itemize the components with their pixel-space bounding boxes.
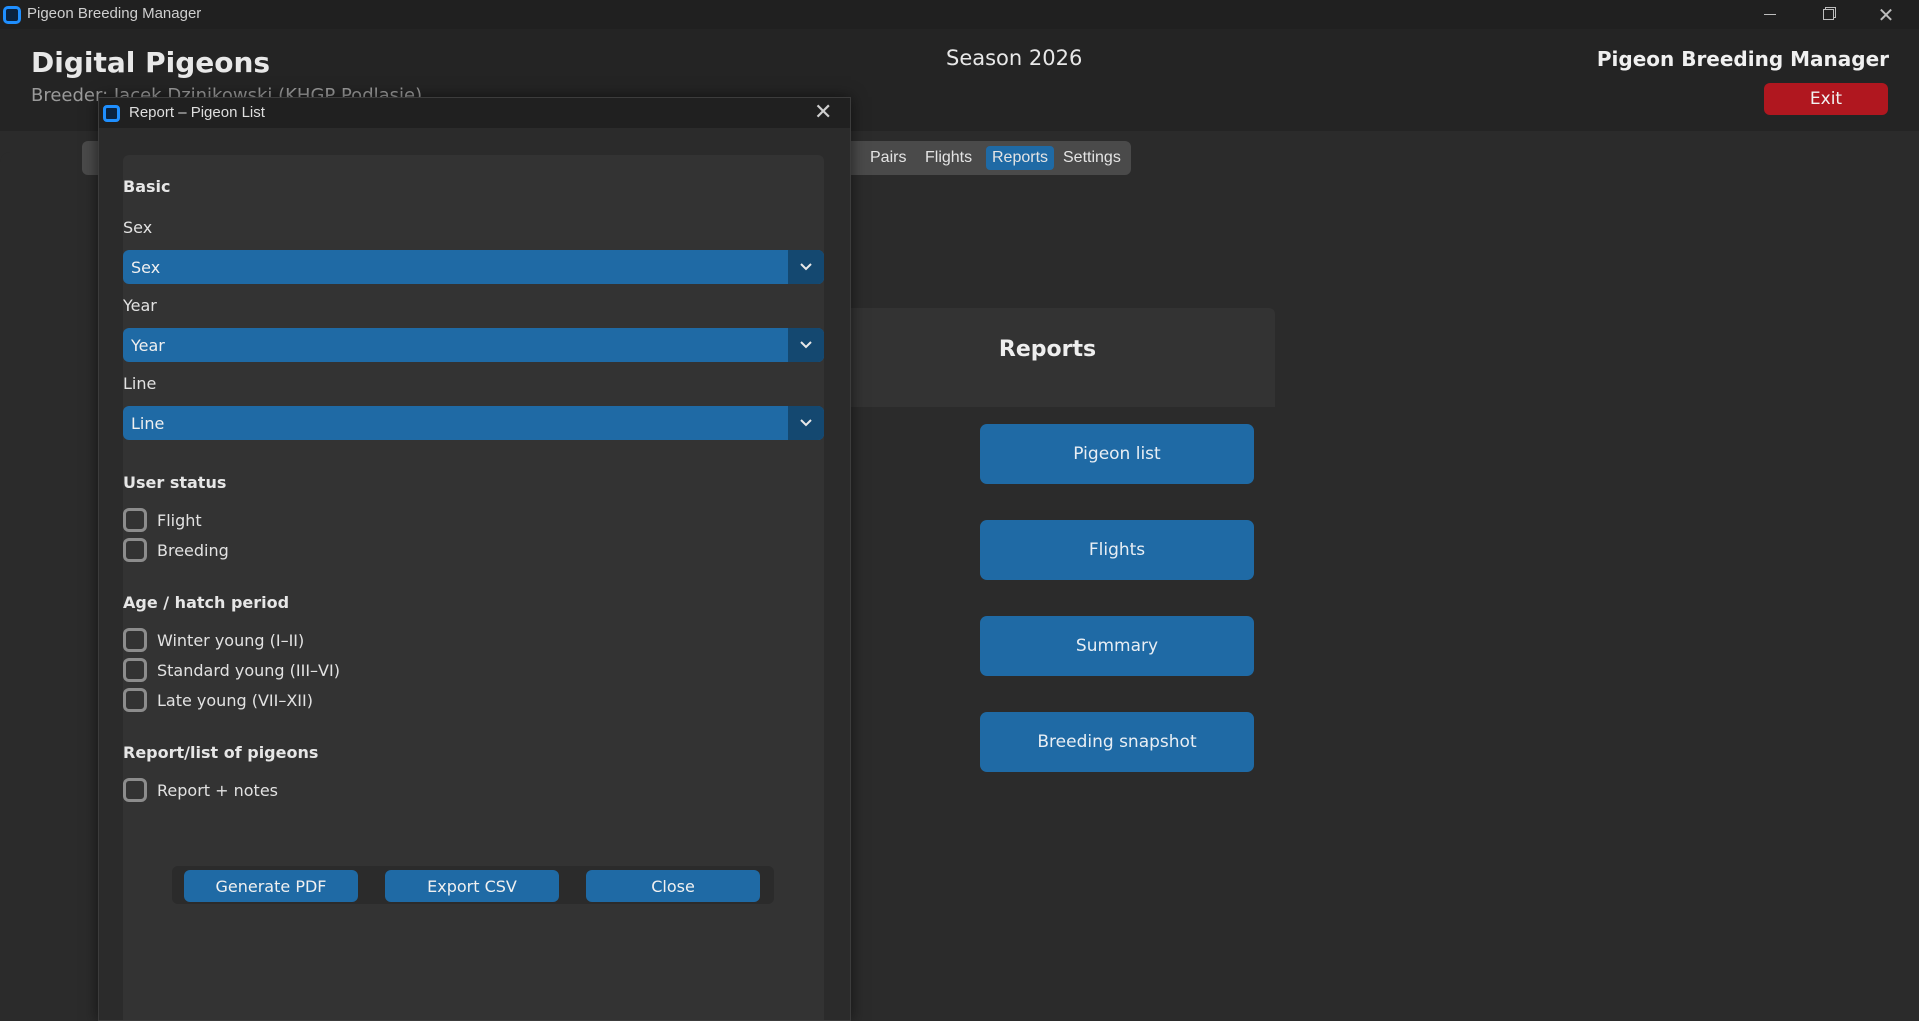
sex-select[interactable]: Sex — [123, 250, 824, 284]
chevron-down-icon[interactable] — [788, 406, 824, 440]
standard-young-checkbox[interactable] — [123, 658, 147, 682]
chevron-down-icon[interactable] — [788, 250, 824, 284]
maximize-button[interactable] — [1800, 0, 1856, 29]
breeding-snapshot-button[interactable]: Breeding snapshot — [980, 712, 1254, 772]
flight-checkbox-label: Flight — [157, 510, 202, 530]
winter-young-checkbox-row[interactable]: Winter young (I–II) — [123, 627, 304, 653]
tab-flights[interactable]: Flights — [919, 146, 978, 170]
window-close-button[interactable]: ✕ — [1858, 0, 1914, 29]
standard-young-checkbox-row[interactable]: Standard young (III–VI) — [123, 657, 340, 683]
report-notes-checkbox[interactable] — [123, 778, 147, 802]
reports-title: Reports — [998, 337, 1097, 362]
tab-pairs[interactable]: Pairs — [864, 146, 912, 170]
standard-young-label: Standard young (III–VI) — [157, 660, 340, 680]
breeding-checkbox[interactable] — [123, 538, 147, 562]
app-title: Digital Pigeons — [31, 46, 271, 79]
year-select-value: Year — [131, 336, 165, 355]
window-titlebar: Pigeon Breeding Manager ✕ — [0, 0, 1919, 29]
generate-pdf-button[interactable]: Generate PDF — [184, 870, 358, 902]
report-notes-checkbox-row[interactable]: Report + notes — [123, 777, 278, 803]
app-icon — [3, 6, 21, 24]
pigeon-list-button[interactable]: Pigeon list — [980, 424, 1254, 484]
dialog-close-icon[interactable]: ✕ — [814, 100, 832, 125]
season-label: Season 2026 — [946, 46, 1083, 70]
late-young-checkbox[interactable] — [123, 688, 147, 712]
tab-settings[interactable]: Settings — [1057, 146, 1127, 170]
export-csv-button[interactable]: Export CSV — [385, 870, 559, 902]
breeding-checkbox-row[interactable]: Breeding — [123, 537, 229, 563]
user-status-heading: User status — [123, 473, 227, 492]
line-select-value: Line — [131, 414, 165, 433]
flights-report-button[interactable]: Flights — [980, 520, 1254, 580]
sex-select-value: Sex — [131, 258, 161, 277]
line-label: Line — [123, 374, 157, 393]
sex-label: Sex — [123, 218, 153, 237]
summary-button[interactable]: Summary — [980, 616, 1254, 676]
year-label: Year — [123, 296, 157, 315]
dialog-body: Basic Sex Sex Year Year Line Line User s… — [123, 155, 824, 1020]
minimize-button[interactable] — [1742, 0, 1798, 29]
report-notes-label: Report + notes — [157, 780, 278, 800]
late-young-label: Late young (VII–XII) — [157, 690, 313, 710]
tab-reports[interactable]: Reports — [986, 146, 1055, 170]
flight-checkbox[interactable] — [123, 508, 147, 532]
restore-icon — [1822, 9, 1834, 20]
year-select[interactable]: Year — [123, 328, 824, 362]
minimize-icon — [1764, 14, 1776, 15]
reports-panel: Reports e Pigeon list s Flights s Summar… — [485, 308, 1275, 886]
dialog-app-icon — [103, 105, 120, 122]
report-list-heading: Report/list of pigeons — [123, 743, 319, 762]
close-button[interactable]: Close — [586, 870, 760, 902]
exit-button[interactable]: Exit — [1764, 83, 1888, 115]
winter-young-label: Winter young (I–II) — [157, 630, 305, 650]
dialog-titlebar: Report – Pigeon List ✕ — [99, 98, 850, 128]
basic-heading: Basic — [123, 177, 171, 196]
reports-header: Reports — [820, 308, 1275, 407]
chevron-down-icon[interactable] — [788, 328, 824, 362]
close-icon: ✕ — [1877, 2, 1895, 27]
late-young-checkbox-row[interactable]: Late young (VII–XII) — [123, 687, 313, 713]
dialog-title: Report – Pigeon List — [129, 104, 265, 121]
pigeon-list-report-dialog: Report – Pigeon List ✕ Basic Sex Sex Yea… — [98, 97, 851, 1021]
brand-label: Pigeon Breeding Manager — [1596, 47, 1889, 71]
dialog-button-bar: Generate PDF Export CSV Close — [172, 866, 774, 904]
line-select[interactable]: Line — [123, 406, 824, 440]
age-heading: Age / hatch period — [123, 593, 290, 612]
breeding-checkbox-label: Breeding — [157, 540, 229, 560]
flight-checkbox-row[interactable]: Flight — [123, 507, 202, 533]
winter-young-checkbox[interactable] — [123, 628, 147, 652]
window-title: Pigeon Breeding Manager — [27, 5, 202, 22]
